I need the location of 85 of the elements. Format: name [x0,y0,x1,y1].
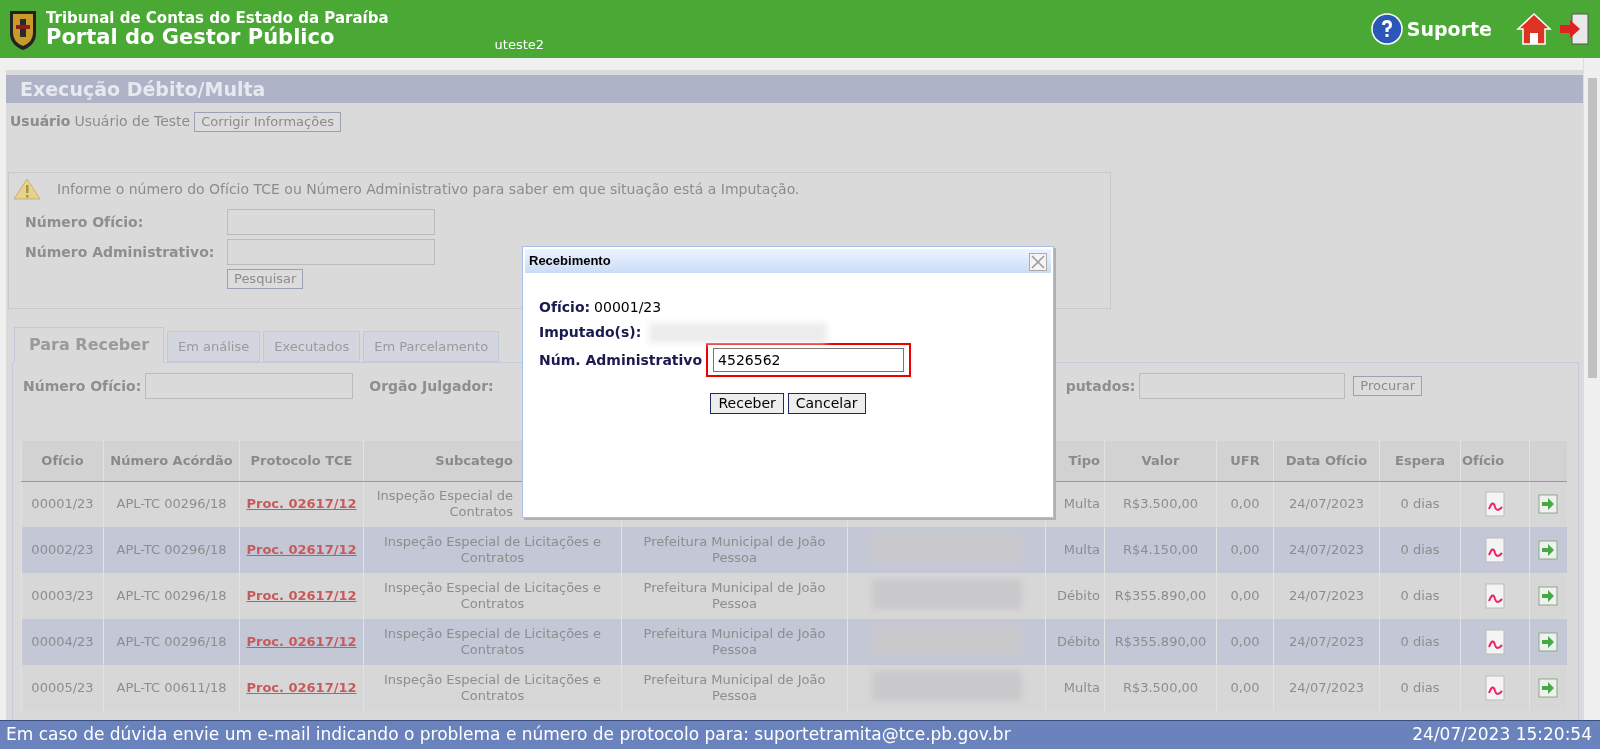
table-cell: Multa [1063,680,1100,695]
table-cell: 00005/23 [31,680,94,695]
table-cell: Multa [1063,542,1100,557]
column-header: UFR [1216,441,1274,481]
table-cell: R$3.500,00 [1122,496,1199,512]
table-cell: 0 dias [1400,588,1440,603]
table-cell: R$355.890,00 [1114,588,1207,603]
section-title: Execução Débito/Multa [6,75,1583,103]
portal-title: Portal do Gestor Público [46,26,336,48]
footer-datetime: 24/07/2023 15:20:54 [1412,723,1592,747]
dialog-button[interactable]: Cancelar [787,393,866,414]
footer-message: Em caso de dúvida envie um e-mail indicando o problema e número de protocolo para: suportetramita@tce.pb.gov.br [6,723,1011,747]
field-label: Núm. Administrativo [539,350,703,370]
table-cell: Prefeitura Municipal de João Pessoa [643,580,826,611]
field-label: Número Administrativo: [25,242,216,262]
table-cell: 0,00 [1230,588,1260,603]
table-cell: R$355.890,00 [1114,634,1207,649]
field-value: 00001/23 [594,298,662,317]
org-name: Tribunal de Contas do Estado da Paraíba [46,10,389,26]
filter-label: Orgão Julgador: [369,376,494,396]
table-cell: APL-TC 00296/18 [116,634,227,649]
table-cell: Débito [1057,634,1100,649]
column-header: Valor [1104,441,1217,481]
table-cell: 24/07/2023 [1289,680,1364,695]
table-cell: Prefeitura Municipal de João Pessoa [643,534,826,565]
field-label: Imputado(s): [539,323,642,342]
table-cell: Inspeção Especial de Licitações e Contratos [383,626,602,657]
input-field[interactable]: 4526562 [713,348,905,372]
field-label: Número Ofício: [25,212,145,232]
table-cell: APL-TC 00296/18 [116,496,227,512]
table-cell: 00002/23 [31,542,94,557]
process-link[interactable]: Proc. 02617/12 [246,496,357,512]
support-link[interactable]: Suporte [1370,13,1492,45]
username: uteste2 [494,35,545,54]
table-cell: 0 dias [1400,496,1440,512]
table-cell: Inspeção Especial de Licitações e Contratos [383,534,602,565]
table-cell: Inspeção Especial de Licitações e Contratos [383,672,602,703]
table-cell: APL-TC 00296/18 [116,542,227,557]
table-cell: 0,00 [1230,496,1260,512]
table-cell: Inspeção Especial de Contratos [376,488,513,520]
filter-label: Número Ofício: [23,376,142,396]
column-header: Número Acórdão [103,441,240,481]
table-cell: 24/07/2023 [1289,634,1364,649]
tab[interactable]: Em análise [167,330,261,362]
search-button[interactable]: Procurar [1353,376,1422,396]
dialog-title: Recebimento [529,252,611,271]
table-cell: Prefeitura Municipal de João Pessoa [643,672,826,703]
column-header: Ofício [21,441,104,481]
table-cell: APL-TC 00296/18 [116,588,227,603]
tab[interactable]: Em Parcelamento [363,330,500,362]
user-label: Usuário [10,112,71,131]
process-link[interactable]: Proc. 02617/12 [246,680,357,695]
edit-info-button[interactable]: Corrigir Informações [194,111,341,132]
column-header: Espera [1379,441,1461,481]
column-header: Data Ofício [1273,441,1380,481]
table-cell: R$3.500,00 [1122,680,1199,695]
table-cell: 24/07/2023 [1289,588,1364,603]
table-cell: R$4.150,00 [1122,542,1199,557]
table-cell: 0 dias [1400,634,1440,649]
search-button[interactable]: Pesquisar [227,269,304,289]
table-cell: APL-TC 00611/18 [116,680,227,695]
tab[interactable]: Para Receber [14,327,165,363]
table-cell: Inspeção Especial de Licitações e Contratos [383,580,602,611]
table-cell: 0 dias [1400,680,1440,695]
field-label: Ofício: [539,298,591,317]
table-cell: 00001/23 [31,496,94,512]
table-cell: 0 dias [1400,542,1440,557]
table-cell: 24/07/2023 [1289,542,1364,557]
table-cell: Prefeitura Municipal de João Pessoa [643,626,826,657]
dialog-button[interactable]: Receber [710,393,784,414]
process-link[interactable]: Proc. 02617/12 [246,588,357,603]
column-header: Ofício [1460,441,1530,481]
column-header: Protocolo TCE [239,441,364,481]
notice-text: Informe o número do Ofício TCE ou Número Administrativo para saber em que situação está a Imputação. [57,179,800,199]
table-cell: 00004/23 [31,634,94,649]
table-cell: 24/07/2023 [1289,496,1364,512]
table-cell: Multa [1063,496,1100,512]
table-cell: 0,00 [1230,542,1260,557]
user-name: Usuário de Teste [74,112,191,131]
table-cell: Débito [1057,588,1100,603]
filter-label: putados: [1065,376,1136,396]
table-cell: 00003/23 [31,588,94,603]
table-cell: 0,00 [1230,634,1260,649]
tab[interactable]: Executados [263,330,361,362]
table-cell: 0,00 [1230,680,1260,695]
